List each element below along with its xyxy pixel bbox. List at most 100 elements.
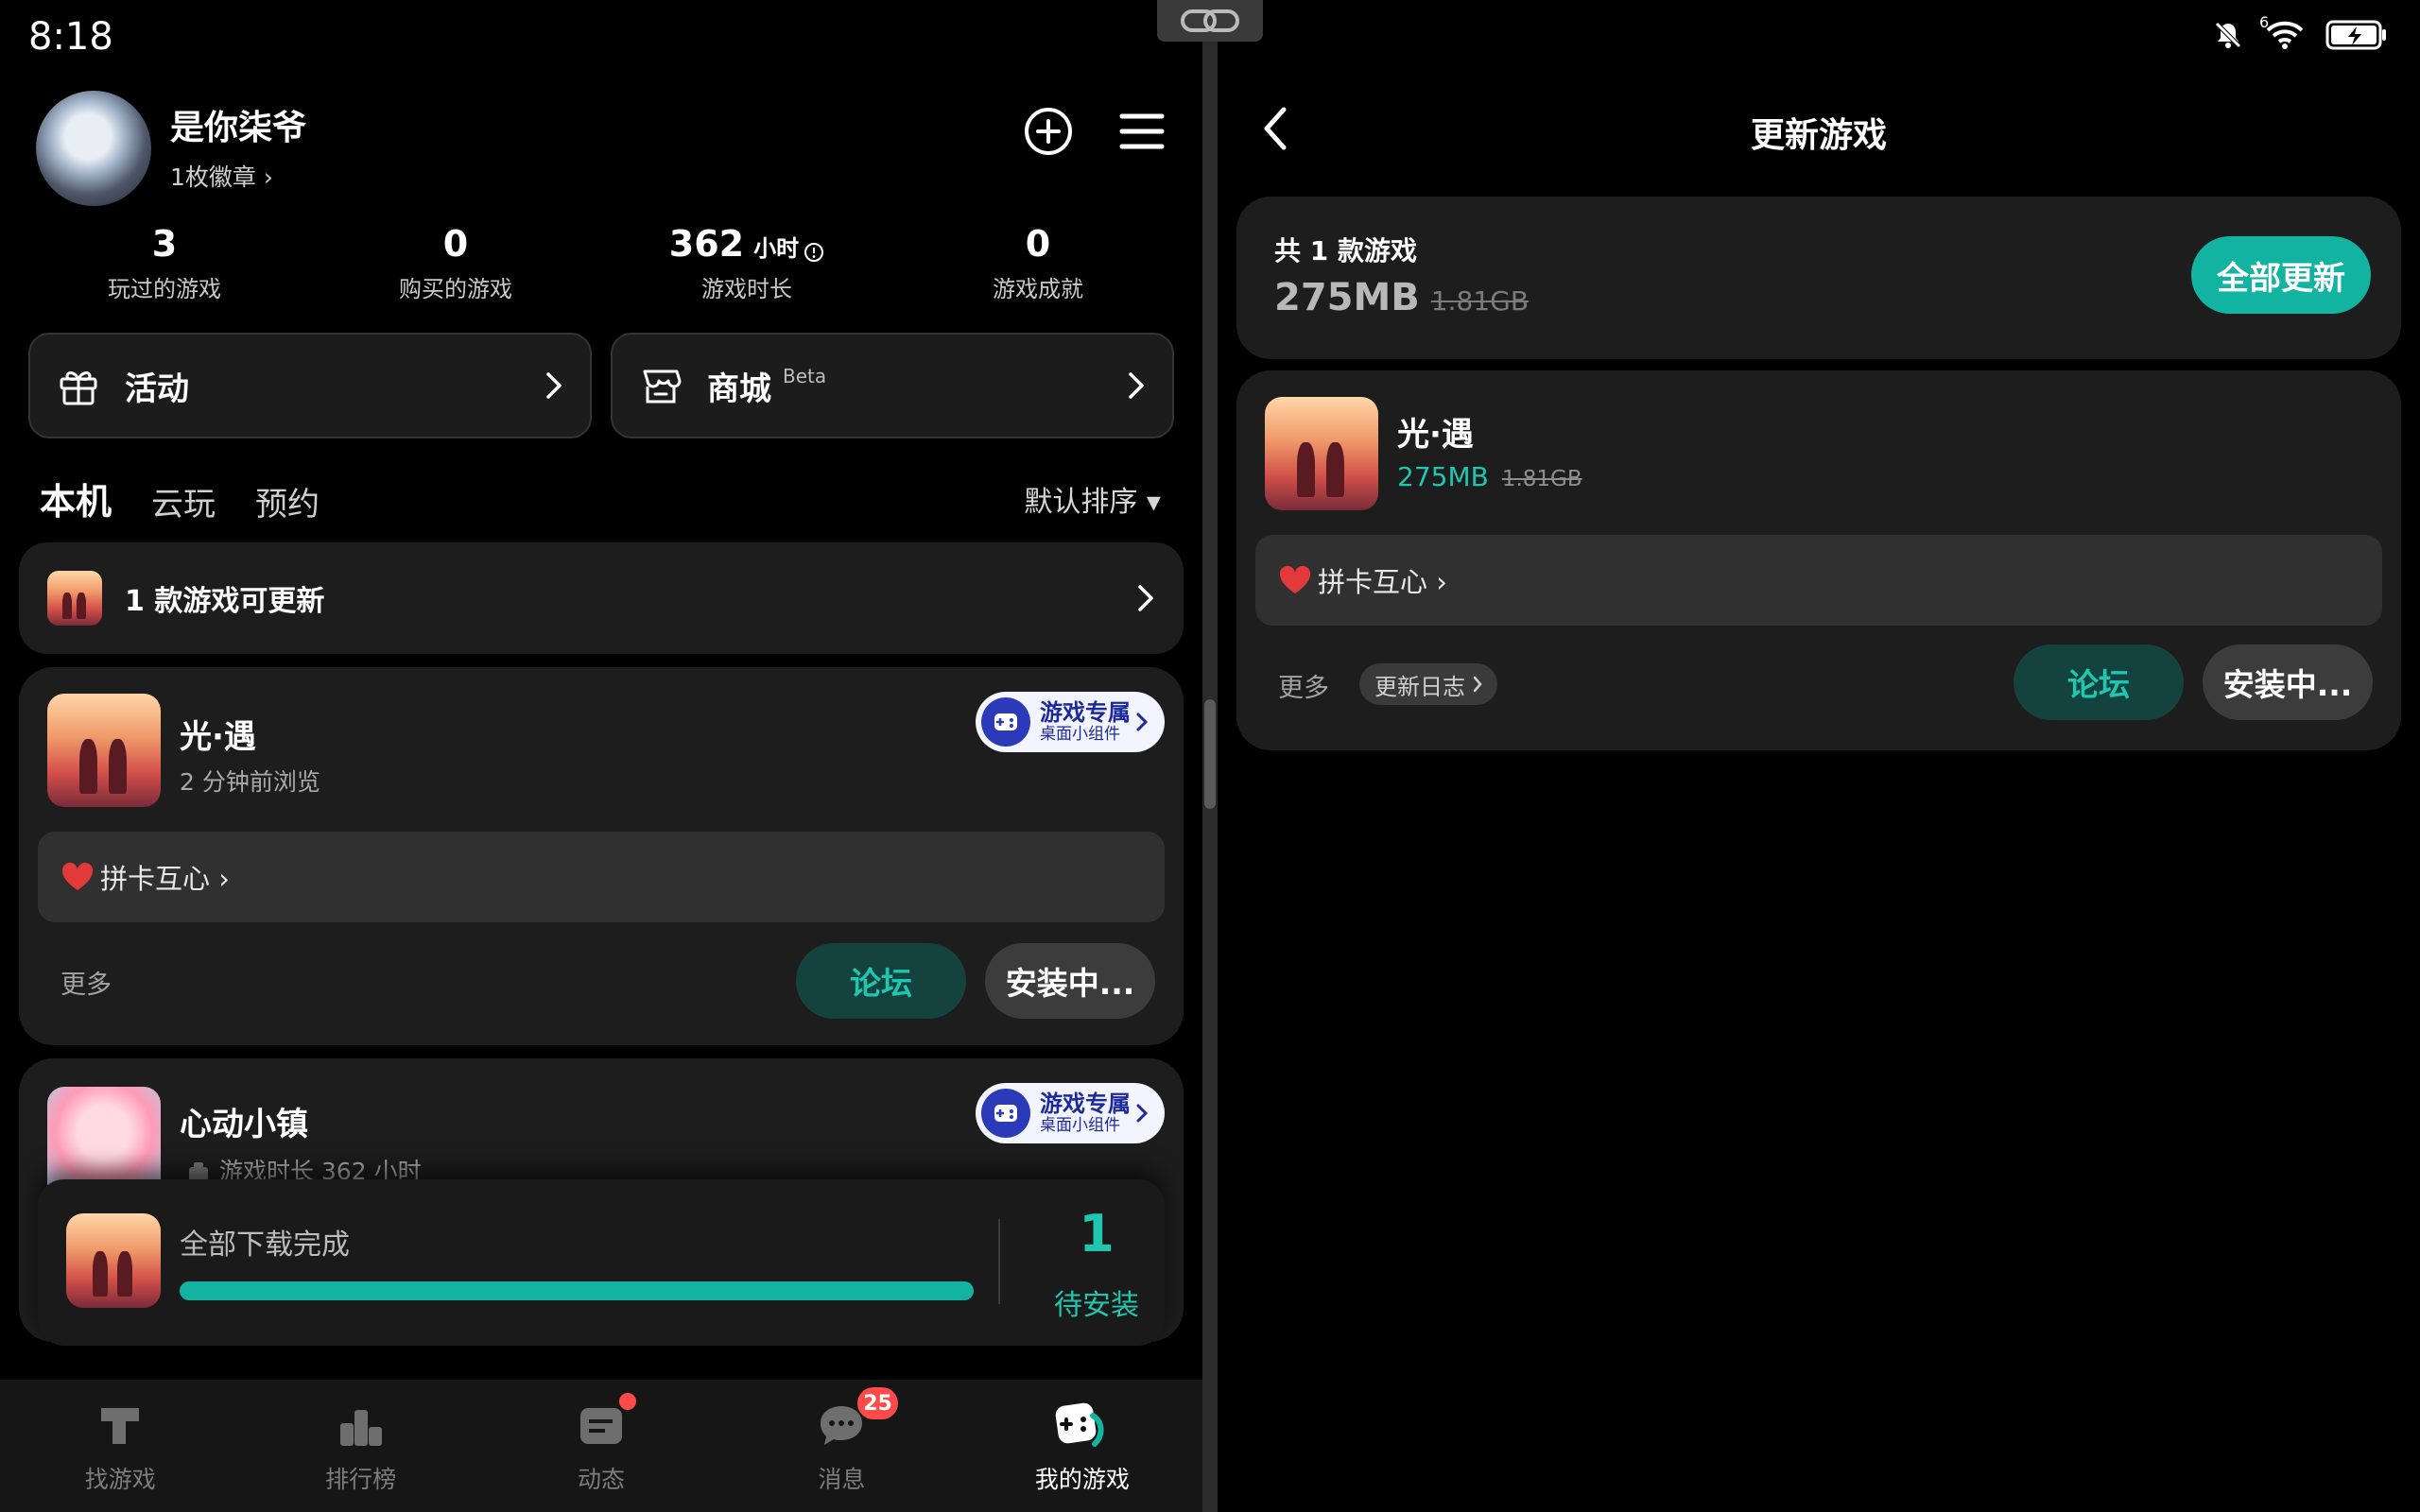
update-available-banner[interactable]: 1 款游戏可更新 xyxy=(19,542,1184,654)
desktop-widget-button[interactable]: 游戏专属 桌面小组件 xyxy=(976,692,1165,752)
update-games-pane: 更新游戏 共 1 款游戏 275MB 1.81GB 全部更新 光·遇 275MB 1… xyxy=(1218,0,2420,1512)
update-size: 275MB 1.81GB xyxy=(1397,461,1582,492)
stat-purchased-games[interactable]: 0 购买的游戏 xyxy=(310,223,601,303)
activity-card[interactable]: 活动 xyxy=(28,333,592,438)
pending-install-count[interactable]: 1 xyxy=(1040,1204,1153,1263)
tab-cloud[interactable]: 云玩 xyxy=(151,478,216,524)
changelog-label: 更新日志 xyxy=(1374,673,1465,700)
widget-subtitle: 桌面小组件 xyxy=(1040,1116,1120,1135)
shop-label: 商城 xyxy=(707,369,771,408)
checkin-text: 拼卡互心 › xyxy=(100,863,230,895)
widget-title: 游戏专属 xyxy=(1040,1091,1131,1117)
sky-game-icon xyxy=(66,1213,161,1308)
store-icon xyxy=(643,369,682,404)
library-tabs: 本机 云玩 预约 xyxy=(37,472,320,524)
full-size: 1.81GB xyxy=(1430,285,1530,317)
download-status: 全部下载完成 xyxy=(180,1228,350,1262)
checkin-banner[interactable]: 拼卡互心 › xyxy=(1255,535,2382,626)
shop-card[interactable]: 商城 Beta xyxy=(611,333,1174,438)
stat-played-games[interactable]: 3 玩过的游戏 xyxy=(19,223,310,303)
game-subtitle: 2 分钟前浏览 xyxy=(180,768,320,796)
more-link[interactable]: 更多 xyxy=(60,964,112,1001)
badges-link[interactable]: 1枚徽章 › xyxy=(170,159,273,193)
stat-unit: 小时 xyxy=(753,235,800,262)
stat-label: 游戏时长 xyxy=(701,276,792,302)
find-games-icon xyxy=(101,1408,140,1444)
menu-icon[interactable] xyxy=(1119,111,1165,152)
download-progress-panel[interactable]: 全部下载完成 1 待安装 xyxy=(38,1179,1165,1346)
nav-find-games[interactable]: 找游戏 xyxy=(0,1380,240,1512)
heart-icon xyxy=(61,862,94,890)
profile-stats: 3 玩过的游戏 0 购买的游戏 362 小时 游戏时长 0 游戏成就 xyxy=(19,223,1184,303)
add-circle-icon[interactable] xyxy=(1023,106,1074,157)
ranking-icon xyxy=(339,1410,382,1446)
nav-label: 排行榜 xyxy=(325,1466,397,1493)
nav-my-games[interactable]: 我的游戏 xyxy=(962,1380,1202,1512)
checkin-text: 拼卡互心 › xyxy=(1318,566,1447,598)
username[interactable]: 是你柒爷 xyxy=(170,100,306,149)
forum-button[interactable]: 论坛 xyxy=(796,943,966,1019)
chevron-right-icon xyxy=(1138,585,1153,611)
my-games-icon xyxy=(1055,1402,1104,1447)
divider-grip[interactable] xyxy=(1204,699,1216,809)
chevron-right-icon xyxy=(1473,676,1482,693)
stat-value: 362 xyxy=(668,223,745,265)
stat-value: 0 xyxy=(442,223,469,265)
update-all-button[interactable]: 全部更新 xyxy=(2191,236,2371,314)
info-icon[interactable] xyxy=(804,242,824,263)
pending-install-label[interactable]: 待安装 xyxy=(1040,1281,1153,1323)
update-summary-card: 共 1 款游戏 275MB 1.81GB 全部更新 xyxy=(1236,197,2401,359)
gift-icon xyxy=(60,371,97,405)
divider xyxy=(998,1219,1000,1304)
heart-icon xyxy=(1279,565,1311,593)
sky-game-icon[interactable] xyxy=(47,694,161,807)
sort-dropdown[interactable]: 默认排序 ▾ xyxy=(1024,478,1161,520)
chevron-right-icon xyxy=(1129,372,1144,399)
tab-local[interactable]: 本机 xyxy=(37,472,114,524)
nav-label: 找游戏 xyxy=(84,1466,156,1493)
more-link[interactable]: 更多 xyxy=(1278,667,1329,704)
update-banner-text: 1 款游戏可更新 xyxy=(125,585,325,618)
update-game-card[interactable]: 光·遇 275MB 1.81GB 拼卡互心 › 更多 更新日志 论坛 安装中... xyxy=(1236,370,2401,750)
summary-count: 共 1 款游戏 xyxy=(1274,235,1417,266)
feed-icon xyxy=(580,1408,623,1444)
top-actions xyxy=(1023,106,1165,157)
download-size: 275MB xyxy=(1274,276,1420,319)
game-name[interactable]: 光·遇 xyxy=(180,711,256,757)
page-title: 更新游戏 xyxy=(1750,116,1887,155)
stat-achievements[interactable]: 0 游戏成就 xyxy=(892,223,1184,303)
changelog-chip[interactable]: 更新日志 xyxy=(1359,663,1497,705)
stat-play-time[interactable]: 362 小时 游戏时长 xyxy=(601,223,892,303)
avatar[interactable] xyxy=(36,91,151,206)
installing-button[interactable]: 安装中... xyxy=(2203,644,2373,720)
game-name[interactable]: 光·遇 xyxy=(1397,408,1474,455)
installing-button[interactable]: 安装中... xyxy=(985,943,1155,1019)
stat-label: 玩过的游戏 xyxy=(108,276,221,302)
stat-label: 购买的游戏 xyxy=(399,276,512,302)
activity-label: 活动 xyxy=(125,369,189,408)
new-activity-dot xyxy=(618,1393,636,1410)
nav-ranking[interactable]: 排行榜 xyxy=(240,1380,480,1512)
widget-subtitle: 桌面小组件 xyxy=(1040,725,1120,744)
game-name[interactable]: 心动小镇 xyxy=(180,1098,308,1144)
gamepad-icon xyxy=(981,697,1030,747)
tab-reserved[interactable]: 预约 xyxy=(255,478,320,524)
bottom-nav: 找游戏 排行榜 动态 25 消息 我的游戏 xyxy=(0,1380,1202,1512)
stat-label: 游戏成就 xyxy=(993,276,1083,302)
nav-label: 动态 xyxy=(578,1466,626,1493)
stat-value: 3 xyxy=(151,223,178,265)
gamepad-icon xyxy=(981,1089,1030,1138)
forum-button[interactable]: 论坛 xyxy=(2014,644,2184,720)
nav-label: 消息 xyxy=(818,1466,866,1493)
full-size: 1.81GB xyxy=(1501,467,1582,491)
nav-messages[interactable]: 25 消息 xyxy=(721,1380,961,1512)
chevron-right-icon xyxy=(546,372,562,399)
sky-game-icon xyxy=(47,571,102,626)
game-card-sky[interactable]: 光·遇 2 分钟前浏览 游戏专属 桌面小组件 拼卡互心 › 更多 论坛 安装中.… xyxy=(19,667,1184,1045)
checkin-banner[interactable]: 拼卡互心 › xyxy=(38,832,1165,922)
nav-feed[interactable]: 动态 xyxy=(481,1380,721,1512)
beta-tag: Beta xyxy=(783,365,827,387)
download-progress-bar xyxy=(180,1281,974,1300)
desktop-widget-button[interactable]: 游戏专属 桌面小组件 xyxy=(976,1083,1165,1143)
sky-game-icon[interactable] xyxy=(1265,397,1378,510)
